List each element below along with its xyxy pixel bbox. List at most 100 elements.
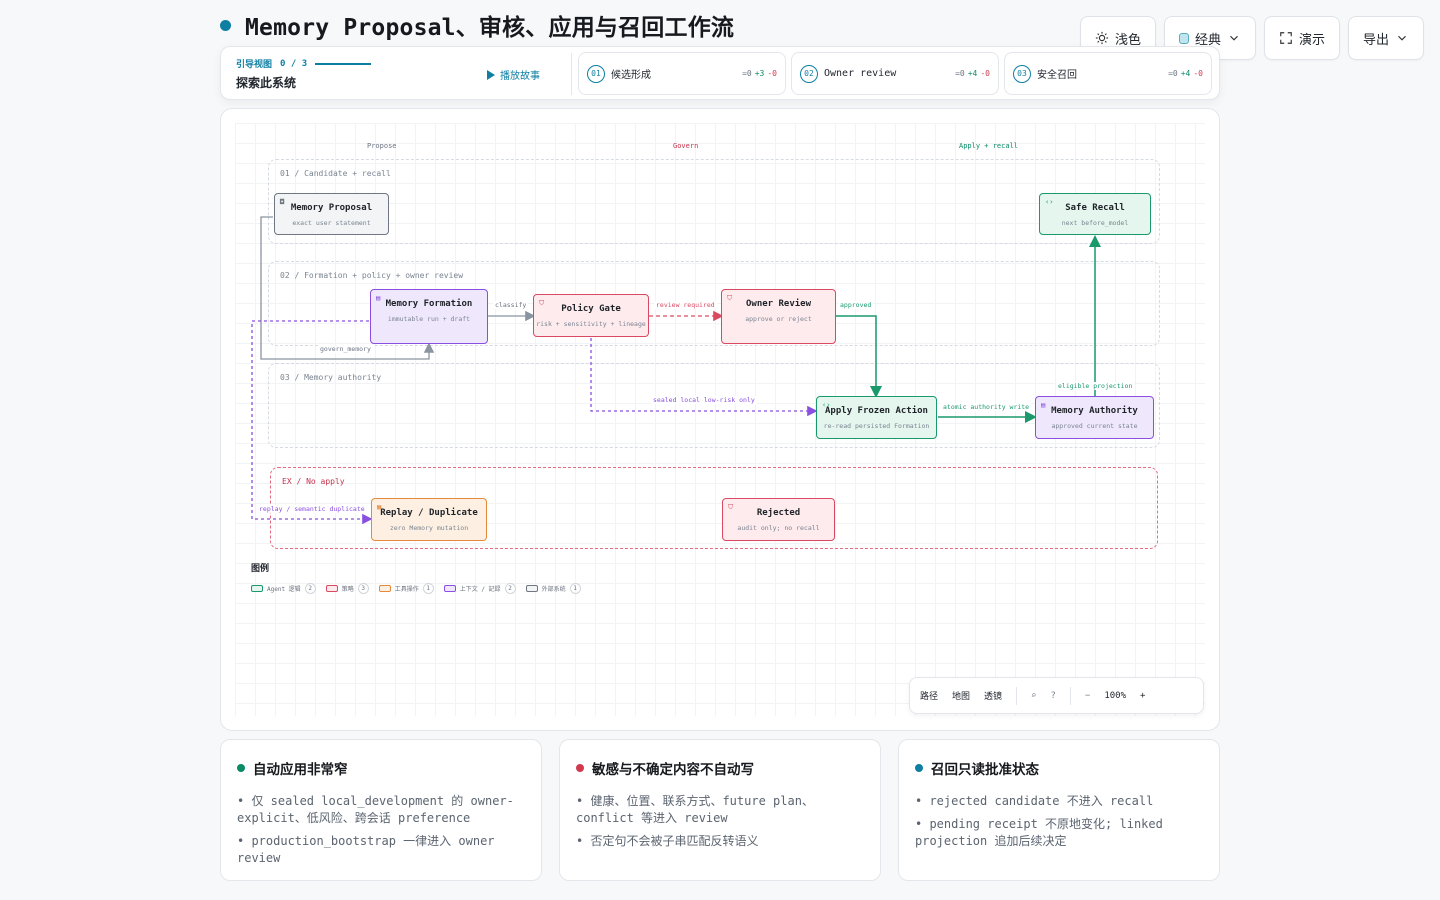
legend-swatch (525, 585, 538, 592)
node-rejected[interactable]: ⛉ Rejected audit only; no recall (722, 498, 835, 541)
shield-icon: ⛉ (727, 294, 733, 302)
step-stats: =0 +4 -0 (1168, 69, 1203, 78)
shield-icon: ⛉ (728, 503, 734, 511)
zoom-level: 100% (1104, 690, 1126, 701)
lens-button[interactable]: 透镜 (984, 689, 1002, 702)
edge-label-eligible: eligible projection (1056, 382, 1135, 390)
edge-approved (836, 315, 882, 398)
node-title: Replay / Duplicate (380, 508, 478, 518)
stat-plus: +3 (754, 69, 765, 78)
node-subtitle: zero Memory mutation (389, 524, 469, 532)
node-memory-proposal[interactable]: ◘ Memory Proposal exact user statement (274, 193, 389, 235)
node-subtitle: audit only; no recall (737, 524, 820, 532)
present-label: 演示 (1298, 31, 1325, 47)
chevron-down-icon (1230, 35, 1238, 41)
step-1[interactable]: 01 候选形成 =0 +3 -0 (578, 52, 786, 95)
step-2[interactable]: 02 Owner review =0 +4 -0 (791, 52, 999, 95)
card-header: 召回只读批准状态 (915, 758, 1203, 778)
node-subtitle: risk + sensitivity + lineage (536, 320, 646, 328)
node-subtitle: approved current state (1051, 422, 1138, 430)
legend-swatch (443, 585, 456, 592)
style-label: 经典 (1194, 31, 1221, 47)
stat-minus: -0 (1193, 69, 1203, 78)
help-icon[interactable]: ? (1050, 691, 1055, 701)
zoom-toolbar: 路径 地图 透镜 ⌕ ? − 100% + (909, 677, 1204, 714)
fullscreen-icon (1280, 32, 1292, 44)
node-subtitle: re-read persisted Formation (823, 422, 930, 430)
step-3[interactable]: 03 安全召回 =0 +4 -0 (1004, 52, 1212, 95)
card-header: 敏感与不确定内容不自动写 (576, 758, 864, 778)
card-auto-apply: 自动应用非常窄 • 仅 sealed local_development 的 o… (220, 739, 542, 881)
node-apply-frozen-action[interactable]: ‹› Apply Frozen Action re-read persisted… (816, 396, 937, 439)
legend-item-policy[interactable]: 策略 3 (325, 583, 369, 594)
legend-label: 外部系统 (541, 586, 566, 593)
edge-label-approved: approved (838, 301, 874, 309)
node-subtitle: immutable run + draft (387, 315, 471, 323)
guide-info: 引导视图 0 / 3 探索此系统 (236, 57, 372, 91)
node-policy-gate[interactable]: ⛉ Policy Gate risk + sensitivity + linea… (533, 294, 649, 337)
play-story-button[interactable]: 播放故事 (487, 67, 540, 82)
database-icon: ▤ (376, 294, 381, 302)
present-button[interactable]: 演示 (1263, 16, 1340, 60)
node-title: Memory Proposal (290, 203, 373, 213)
legend-item-external[interactable]: 外部系统 1 (525, 583, 581, 594)
legend-item-tool[interactable]: 工具操作 1 (378, 583, 434, 594)
node-owner-review[interactable]: ⛉ Owner Review approve or reject (721, 289, 836, 344)
guide-label: 引导视图 (236, 59, 273, 69)
edge-label-atomic: atomic authority write (941, 403, 1032, 411)
legend-item-agent[interactable]: Agent 逻辑 2 (251, 583, 316, 594)
legend-count: 3 (357, 583, 369, 594)
node-replay-duplicate[interactable]: ▦ Replay / Duplicate zero Memory mutatio… (371, 498, 487, 541)
zoom-out-icon[interactable]: − (1085, 691, 1090, 701)
chevron-down-icon (1398, 35, 1406, 41)
legend-swatch (325, 585, 338, 592)
title-dot (220, 19, 231, 31)
theme-label: 浅色 (1114, 31, 1141, 47)
legend: 图例 Agent 逻辑 2 策略 3 工具操作 1 上下文 / 記録 2 外部系统 1 (251, 561, 581, 594)
step-number: 03 (1013, 64, 1031, 83)
stat-plus: +4 (967, 69, 978, 78)
code-icon: ‹› (1045, 198, 1054, 206)
path-button[interactable]: 路径 (920, 689, 938, 702)
node-safe-recall[interactable]: ‹› Safe Recall next before_model (1039, 193, 1151, 235)
node-title: Memory Formation (385, 299, 473, 309)
card-recall: 召回只读批准状态 • rejected candidate 不进入 recall… (898, 739, 1220, 881)
export-button[interactable]: 导出 (1347, 16, 1424, 60)
legend-swatch (378, 585, 391, 592)
zoombar-divider (1069, 686, 1071, 705)
stat-minus: -0 (767, 69, 777, 78)
step-stats: =0 +3 -0 (742, 69, 777, 78)
node-subtitle: approve or reject (745, 315, 812, 323)
legend-item-context[interactable]: 上下文 / 記録 2 (443, 583, 516, 594)
search-icon[interactable]: ⌕ (1031, 691, 1036, 701)
code-icon: ‹› (822, 401, 831, 409)
card-header: 自动应用非常窄 (237, 758, 525, 778)
map-button[interactable]: 地图 (952, 689, 970, 702)
stat-plus: +4 (1180, 69, 1191, 78)
legend-count: 1 (422, 583, 434, 594)
guide-divider (571, 53, 572, 95)
card-item: • pending receipt 不原地变化; linked projecti… (915, 817, 1163, 848)
card-list: • 健康、位置、联系方式、future plan、conflict 等进入 re… (576, 793, 864, 850)
card-item: • rejected candidate 不进入 recall (915, 794, 1154, 808)
legend-label: 工具操作 (394, 586, 419, 593)
card-dot (576, 764, 584, 772)
edge-label-sealed: sealed local low-risk only (651, 396, 757, 404)
node-memory-authority[interactable]: ▤ Memory Authority approved current stat… (1035, 396, 1154, 439)
style-swatch (1178, 32, 1189, 44)
legend-swatch (251, 585, 263, 592)
stat-eq: =0 (955, 69, 965, 78)
card-title: 自动应用非常窄 (253, 762, 348, 777)
page-title: Memory Proposal、审核、应用与召回工作流 (245, 15, 735, 41)
legend-count: 1 (569, 583, 581, 594)
node-title: Apply Frozen Action (825, 406, 928, 416)
node-title: Owner Review (745, 299, 812, 309)
step-label: Owner review (824, 68, 897, 79)
legend-count: 2 (504, 583, 516, 594)
zoom-in-icon[interactable]: + (1140, 691, 1145, 701)
diagram-canvas[interactable]: Propose Govern Apply + recall 01 / Candi… (220, 108, 1220, 731)
legend-label: 策略 (341, 586, 354, 593)
node-memory-formation[interactable]: ▤ Memory Formation immutable run + draft (370, 289, 488, 344)
card-list: • 仅 sealed local_development 的 owner-exp… (237, 793, 525, 867)
tool-icon: ▦ (377, 503, 382, 511)
